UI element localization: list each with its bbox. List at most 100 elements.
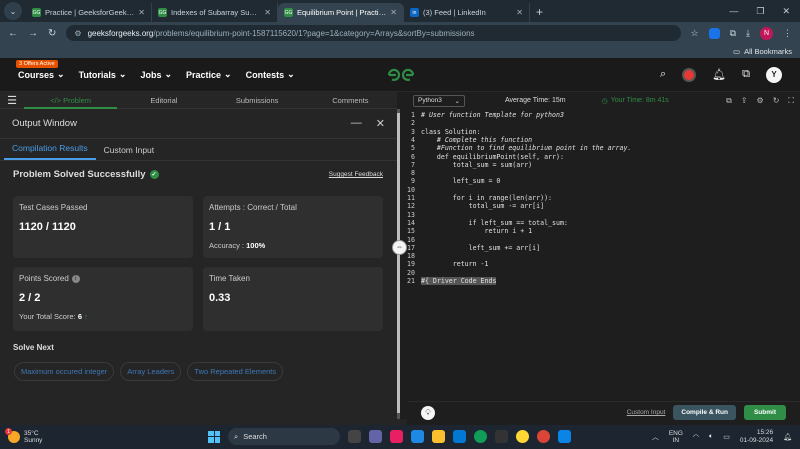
code-line[interactable]: 1 # User function Template for python3 bbox=[407, 111, 564, 119]
tab-comments[interactable]: Comments bbox=[304, 92, 397, 109]
language-select[interactable]: Python3 ⌄ bbox=[413, 94, 465, 107]
custom-input-link[interactable]: Custom Input bbox=[627, 409, 666, 416]
menu-jobs[interactable]: Jobs ⌄ bbox=[140, 69, 172, 80]
user-avatar[interactable]: Y bbox=[766, 66, 782, 83]
minimize-icon[interactable]: — bbox=[729, 6, 738, 17]
close-icon[interactable]: ✕ bbox=[264, 8, 271, 17]
mail-icon[interactable] bbox=[453, 430, 466, 443]
scrollbar-thumb[interactable] bbox=[397, 113, 400, 413]
code-line[interactable]: 7 total_sum = sum(arr) bbox=[407, 161, 532, 169]
code-line[interactable]: 9 left_sum = 0 bbox=[407, 177, 500, 185]
code-line[interactable]: 11 for i in range(len(arr)): bbox=[407, 194, 552, 202]
reload-icon[interactable]: ↻ bbox=[48, 28, 56, 39]
menu-courses[interactable]: 3 Offers Active Courses ⌄ bbox=[16, 60, 65, 80]
stocks-icon[interactable] bbox=[411, 430, 424, 443]
windows-start-icon[interactable] bbox=[208, 430, 220, 443]
back-icon[interactable]: ← bbox=[8, 28, 18, 39]
restore-icon[interactable]: ❐ bbox=[756, 6, 764, 17]
close-icon[interactable]: ✕ bbox=[516, 8, 523, 17]
code-line[interactable]: 18 bbox=[407, 252, 421, 260]
submit-button[interactable]: Submit bbox=[743, 405, 786, 420]
extensions-puzzle-icon[interactable]: ⧉ bbox=[730, 28, 736, 39]
solve-next-chip[interactable]: Two Repeated Elements bbox=[187, 362, 284, 381]
reset-icon[interactable]: ↻ bbox=[773, 96, 780, 106]
code-line[interactable]: 19 return -1 bbox=[407, 260, 488, 268]
code-line[interactable]: 16 bbox=[407, 236, 421, 244]
gfg-logo-icon[interactable] bbox=[386, 66, 416, 84]
browser-tab-3[interactable]: GG Equilibrium Point | Practice | Ge ✕ bbox=[278, 3, 404, 22]
code-line[interactable]: 13 bbox=[407, 211, 421, 219]
copilot-icon[interactable] bbox=[390, 430, 403, 443]
minimize-panel-icon[interactable]: — bbox=[351, 117, 362, 130]
edge-icon[interactable] bbox=[474, 430, 487, 443]
site-info-icon[interactable]: ⚙ bbox=[74, 29, 81, 38]
url-field[interactable]: ⚙ geeksforgeeks.org/problems/equilibrium… bbox=[66, 25, 681, 41]
code-line[interactable]: 6 def equilibriumPoint(self, arr): bbox=[407, 153, 564, 161]
theme-toggle-icon[interactable] bbox=[682, 67, 697, 82]
window-close-icon[interactable]: ✕ bbox=[782, 6, 790, 17]
menu-contests[interactable]: Contests ⌄ bbox=[246, 69, 295, 80]
download-icon[interactable]: ⤓ bbox=[746, 28, 750, 39]
info-icon[interactable]: i bbox=[71, 274, 80, 283]
menu-tutorials[interactable]: Tutorials ⌄ bbox=[79, 69, 127, 80]
settings-icon[interactable]: ⚙ bbox=[757, 96, 764, 106]
battery-icon[interactable]: ▭ bbox=[723, 433, 730, 441]
browser-tab-4[interactable]: in (3) Feed | LinkedIn ✕ bbox=[404, 3, 530, 22]
code-line[interactable]: 14 if left_sum == total_sum: bbox=[407, 219, 568, 227]
all-bookmarks-link[interactable]: All Bookmarks bbox=[744, 47, 792, 56]
code-line[interactable]: 8 bbox=[407, 169, 421, 177]
code-line[interactable]: 12 total_sum -= arr[i] bbox=[407, 202, 544, 210]
language-indicator[interactable]: ENG IN bbox=[669, 430, 683, 444]
vscode-icon[interactable] bbox=[558, 430, 571, 443]
compile-run-button[interactable]: Compile & Run bbox=[673, 405, 736, 420]
resize-splitter-icon[interactable]: ⇔ bbox=[392, 240, 407, 255]
profile-avatar[interactable]: N bbox=[760, 26, 773, 40]
code-editor[interactable]: 1 # User function Template for python3 2 3 c… bbox=[407, 109, 800, 401]
solve-next-chip[interactable]: Array Leaders bbox=[120, 362, 182, 381]
bell-icon[interactable]: 🔔︎ bbox=[712, 68, 726, 81]
browser-tab-1[interactable]: GG Practice | GeeksforGeeks | A co ✕ bbox=[26, 3, 152, 22]
wifi-icon[interactable]: ◠ bbox=[693, 433, 699, 441]
weather-widget[interactable]: 1 35°C Sunny bbox=[5, 428, 42, 444]
fullscreen-icon[interactable]: ⛶ bbox=[788, 96, 794, 106]
tab-compilation-results[interactable]: Compilation Results bbox=[4, 143, 96, 160]
forward-icon[interactable]: → bbox=[28, 28, 38, 39]
browser-tab-2[interactable]: GG Indexes of Subarray Sum | Prac ✕ bbox=[152, 3, 278, 22]
teams-icon[interactable] bbox=[369, 430, 382, 443]
more-menu-icon[interactable]: ⋮ bbox=[783, 28, 792, 39]
tab-search-icon[interactable]: ⌄ bbox=[4, 2, 22, 20]
volume-icon[interactable]: 🔈︎ bbox=[709, 433, 713, 441]
tab-submissions[interactable]: Submissions bbox=[211, 92, 304, 109]
code-line[interactable]: 3 class Solution: bbox=[407, 128, 481, 136]
extension-icon[interactable] bbox=[708, 27, 720, 39]
solve-next-chip[interactable]: Maximum occured integer bbox=[14, 362, 115, 381]
code-line[interactable]: 20 bbox=[407, 269, 421, 277]
code-line[interactable]: 5 #Function to find equilibrium point in… bbox=[407, 144, 631, 152]
code-line[interactable]: 10 bbox=[407, 186, 421, 194]
code-line[interactable]: 17 left_sum += arr[i] bbox=[407, 244, 540, 252]
chrome-icon[interactable] bbox=[516, 430, 529, 443]
code-line[interactable]: 2 bbox=[407, 119, 421, 127]
code-line[interactable]: 15 return i + 1 bbox=[407, 227, 532, 235]
menu-practice[interactable]: Practice ⌄ bbox=[186, 69, 232, 80]
tab-problem[interactable]: </> Problem bbox=[24, 92, 118, 109]
store-icon[interactable] bbox=[495, 430, 508, 443]
clock[interactable]: 15:26 01-09-2024 bbox=[740, 429, 773, 445]
close-icon[interactable]: ✕ bbox=[138, 8, 145, 17]
chrome-profile-icon[interactable] bbox=[537, 430, 550, 443]
hamburger-menu-icon[interactable]: ☰ bbox=[0, 94, 24, 107]
tab-editorial[interactable]: Editorial bbox=[117, 92, 210, 109]
notification-bell-icon[interactable]: 🔔︎ bbox=[783, 433, 792, 441]
code-line[interactable]: 4 # Complete this function bbox=[407, 136, 532, 144]
task-view-icon[interactable] bbox=[348, 430, 361, 443]
bookmark-star-icon[interactable]: ☆ bbox=[691, 28, 699, 39]
close-icon[interactable]: ✕ bbox=[390, 8, 397, 17]
bookmarks-icon[interactable]: ⧉ bbox=[742, 68, 750, 81]
new-tab-button[interactable]: + bbox=[530, 5, 549, 22]
output-scrollbar[interactable] bbox=[397, 109, 400, 419]
code-line[interactable]: 21 #{ Driver Code Ends bbox=[407, 277, 497, 286]
file-explorer-icon[interactable] bbox=[432, 430, 445, 443]
close-panel-icon[interactable]: ✕ bbox=[376, 117, 385, 130]
chevron-up-icon[interactable]: ︿ bbox=[652, 432, 659, 442]
suggest-feedback-link[interactable]: Suggest Feedback bbox=[329, 171, 383, 178]
